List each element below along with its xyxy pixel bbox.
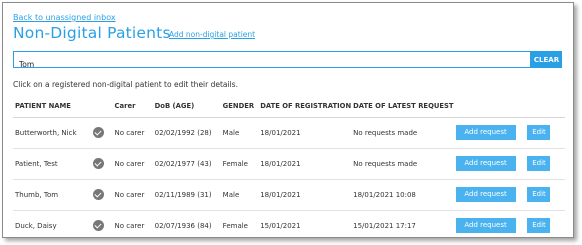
table-row[interactable]: Butterworth, Nick No carer 02/02/1992 (2… [13,117,565,149]
edit-button[interactable]: Edit [527,125,551,140]
patient-name: Patient, Test [13,148,92,180]
edit-button[interactable]: Edit [527,187,551,202]
header-status [91,95,113,118]
check-circle-icon [93,220,105,231]
header-edit [525,95,565,118]
check-circle-icon [93,189,105,200]
dob-cell: 02/02/1977 (43) [152,148,221,180]
table-row[interactable]: Duck, Daisy No carer 02/07/1936 (84) Fem… [13,210,565,237]
header-carer[interactable]: Carer [112,95,153,118]
dob-cell: 02/07/1936 (84) [152,210,221,237]
patient-name: Butterworth, Nick [13,117,92,149]
registration-date-cell: 15/01/2021 [258,210,352,237]
gender-cell: Female [220,148,259,180]
edit-button[interactable]: Edit [527,156,551,171]
table-row[interactable]: Thumb, Tom No carer 02/11/1989 (31) Male… [13,179,565,211]
gender-cell: Male [220,179,259,211]
carer-cell: No carer [112,210,153,237]
latest-request-cell: 15/01/2021 17:17 [351,210,454,237]
add-request-button[interactable]: Add request [455,218,516,233]
table-row[interactable]: Patient, Test No carer 02/02/1977 (43) F… [13,148,565,180]
header-patient-name[interactable]: PATIENT NAME [13,95,92,118]
header-date-of-latest-request[interactable]: DATE OF LATEST REQUEST [351,95,454,118]
add-request-button[interactable]: Add request [455,187,516,202]
clear-button[interactable]: CLEAR [531,51,562,68]
carer-cell: No carer [112,148,153,180]
dob-cell: 02/11/1989 (31) [152,179,221,211]
instruction-text: Click on a registered non-digital patien… [13,80,238,89]
page-title: Non-Digital Patients [13,24,171,42]
check-circle-icon [93,158,105,169]
patients-table: PATIENT NAME Carer DoB (AGE) GENDER DATE… [13,95,565,237]
header-date-of-registration[interactable]: DATE OF REGISTRATION [258,95,352,118]
gender-cell: Male [220,117,259,149]
registration-date-cell: 18/01/2021 [258,117,352,149]
registration-date-cell: 18/01/2021 [258,179,352,211]
add-request-button[interactable]: Add request [455,156,516,171]
patients-panel: Back to unassigned inbox Non-Digital Pat… [2,2,574,238]
carer-cell: No carer [112,117,153,149]
header-dob[interactable]: DoB (AGE) [152,95,221,118]
add-request-button[interactable]: Add request [455,125,516,140]
latest-request-cell: 18/01/2021 10:08 [351,179,454,211]
edit-button[interactable]: Edit [527,218,551,233]
dob-cell: 02/02/1992 (28) [152,117,221,149]
check-circle-icon [93,127,105,138]
latest-request-cell: No requests made [351,148,454,180]
carer-cell: No carer [112,179,153,211]
add-non-digital-patient-link[interactable]: Add non-digital patient [169,30,255,39]
latest-request-cell: No requests made [351,117,454,149]
table-header-row: PATIENT NAME Carer DoB (AGE) GENDER DATE… [13,95,565,118]
registration-date-cell: 18/01/2021 [258,148,352,180]
search-field [13,51,531,72]
patient-name: Thumb, Tom [13,179,92,211]
header-actions [453,95,526,118]
search-input[interactable] [14,57,530,72]
back-to-inbox-link[interactable]: Back to unassigned inbox [13,13,116,22]
header-gender[interactable]: GENDER [220,95,259,118]
gender-cell: Female [220,210,259,237]
patient-name: Duck, Daisy [13,210,92,237]
